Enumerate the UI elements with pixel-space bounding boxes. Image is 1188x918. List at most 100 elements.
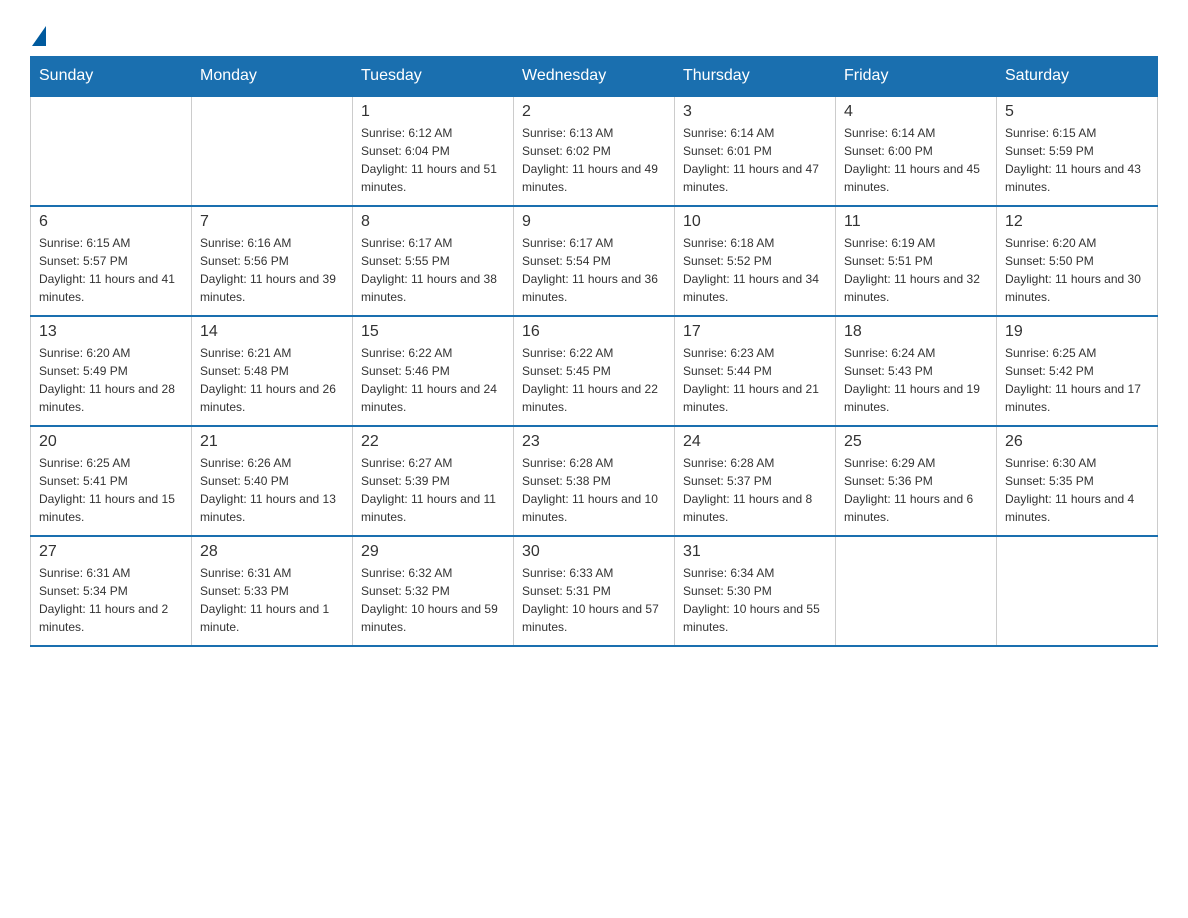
day-number: 12 bbox=[1005, 213, 1149, 231]
day-info: Sunrise: 6:22 AM Sunset: 5:45 PM Dayligh… bbox=[522, 344, 666, 416]
calendar-cell: 6 Sunrise: 6:15 AM Sunset: 5:57 PM Daylig… bbox=[31, 206, 192, 316]
day-info: Sunrise: 6:25 AM Sunset: 5:42 PM Dayligh… bbox=[1005, 344, 1149, 416]
calendar-cell: 3 Sunrise: 6:14 AM Sunset: 6:01 PM Daylig… bbox=[675, 96, 836, 206]
day-info: Sunrise: 6:22 AM Sunset: 5:46 PM Dayligh… bbox=[361, 344, 505, 416]
week-row-4: 27 Sunrise: 6:31 AM Sunset: 5:34 PM Dayli… bbox=[31, 536, 1158, 646]
calendar-cell: 20 Sunrise: 6:25 AM Sunset: 5:41 PM Dayli… bbox=[31, 426, 192, 536]
day-number: 15 bbox=[361, 323, 505, 341]
header-day-monday: Monday bbox=[192, 57, 353, 97]
day-number: 30 bbox=[522, 543, 666, 561]
calendar-cell: 25 Sunrise: 6:29 AM Sunset: 5:36 PM Dayli… bbox=[836, 426, 997, 536]
calendar-cell: 17 Sunrise: 6:23 AM Sunset: 5:44 PM Dayli… bbox=[675, 316, 836, 426]
day-number: 5 bbox=[1005, 103, 1149, 121]
calendar-cell: 18Sunrise: 6:24 AM Sunset: 5:43 PM Dayli… bbox=[836, 316, 997, 426]
calendar-cell: 30Sunrise: 6:33 AM Sunset: 5:31 PM Dayli… bbox=[514, 536, 675, 646]
calendar-cell: 9Sunrise: 6:17 AM Sunset: 5:54 PM Daylig… bbox=[514, 206, 675, 316]
calendar-cell: 21 Sunrise: 6:26 AM Sunset: 5:40 PM Dayli… bbox=[192, 426, 353, 536]
day-number: 20 bbox=[39, 433, 183, 451]
day-number: 18 bbox=[844, 323, 988, 341]
day-number: 3 bbox=[683, 103, 827, 121]
calendar-cell bbox=[836, 536, 997, 646]
day-info: Sunrise: 6:12 AM Sunset: 6:04 PM Dayligh… bbox=[361, 124, 505, 196]
day-number: 17 bbox=[683, 323, 827, 341]
calendar-cell: 26 Sunrise: 6:30 AM Sunset: 5:35 PM Dayli… bbox=[997, 426, 1158, 536]
day-number: 13 bbox=[39, 323, 183, 341]
calendar-cell: 13Sunrise: 6:20 AM Sunset: 5:49 PM Dayli… bbox=[31, 316, 192, 426]
day-info: Sunrise: 6:13 AM Sunset: 6:02 PM Dayligh… bbox=[522, 124, 666, 196]
day-number: 26 bbox=[1005, 433, 1149, 451]
calendar-cell: 14Sunrise: 6:21 AM Sunset: 5:48 PM Dayli… bbox=[192, 316, 353, 426]
header-day-tuesday: Tuesday bbox=[353, 57, 514, 97]
day-number: 2 bbox=[522, 103, 666, 121]
day-number: 4 bbox=[844, 103, 988, 121]
calendar-cell: 19 Sunrise: 6:25 AM Sunset: 5:42 PM Dayli… bbox=[997, 316, 1158, 426]
calendar-cell: 4 Sunrise: 6:14 AM Sunset: 6:00 PM Daylig… bbox=[836, 96, 997, 206]
day-info: Sunrise: 6:32 AM Sunset: 5:32 PM Dayligh… bbox=[361, 564, 505, 636]
calendar-cell bbox=[997, 536, 1158, 646]
day-number: 25 bbox=[844, 433, 988, 451]
day-number: 22 bbox=[361, 433, 505, 451]
week-row-1: 6 Sunrise: 6:15 AM Sunset: 5:57 PM Daylig… bbox=[31, 206, 1158, 316]
day-info: Sunrise: 6:17 AM Sunset: 5:55 PM Dayligh… bbox=[361, 234, 505, 306]
day-info: Sunrise: 6:28 AM Sunset: 5:38 PM Dayligh… bbox=[522, 454, 666, 526]
week-row-2: 13Sunrise: 6:20 AM Sunset: 5:49 PM Dayli… bbox=[31, 316, 1158, 426]
day-info: Sunrise: 6:19 AM Sunset: 5:51 PM Dayligh… bbox=[844, 234, 988, 306]
day-number: 1 bbox=[361, 103, 505, 121]
week-row-0: 1 Sunrise: 6:12 AM Sunset: 6:04 PM Daylig… bbox=[31, 96, 1158, 206]
calendar-cell: 29 Sunrise: 6:32 AM Sunset: 5:32 PM Dayli… bbox=[353, 536, 514, 646]
calendar-cell: 27 Sunrise: 6:31 AM Sunset: 5:34 PM Dayli… bbox=[31, 536, 192, 646]
logo-triangle-icon bbox=[32, 26, 46, 46]
page-header bbox=[30, 20, 1158, 46]
calendar-cell: 16Sunrise: 6:22 AM Sunset: 5:45 PM Dayli… bbox=[514, 316, 675, 426]
calendar-cell: 2 Sunrise: 6:13 AM Sunset: 6:02 PM Daylig… bbox=[514, 96, 675, 206]
calendar-cell: 11 Sunrise: 6:19 AM Sunset: 5:51 PM Dayli… bbox=[836, 206, 997, 316]
header-day-friday: Friday bbox=[836, 57, 997, 97]
day-info: Sunrise: 6:15 AM Sunset: 5:57 PM Dayligh… bbox=[39, 234, 183, 306]
day-info: Sunrise: 6:25 AM Sunset: 5:41 PM Dayligh… bbox=[39, 454, 183, 526]
header-day-wednesday: Wednesday bbox=[514, 57, 675, 97]
day-info: Sunrise: 6:23 AM Sunset: 5:44 PM Dayligh… bbox=[683, 344, 827, 416]
day-number: 31 bbox=[683, 543, 827, 561]
calendar-cell: 1 Sunrise: 6:12 AM Sunset: 6:04 PM Daylig… bbox=[353, 96, 514, 206]
day-number: 24 bbox=[683, 433, 827, 451]
day-info: Sunrise: 6:31 AM Sunset: 5:33 PM Dayligh… bbox=[200, 564, 344, 636]
calendar-cell: 22 Sunrise: 6:27 AM Sunset: 5:39 PM Dayli… bbox=[353, 426, 514, 536]
calendar-cell: 8 Sunrise: 6:17 AM Sunset: 5:55 PM Daylig… bbox=[353, 206, 514, 316]
calendar-cell: 12 Sunrise: 6:20 AM Sunset: 5:50 PM Dayli… bbox=[997, 206, 1158, 316]
day-number: 8 bbox=[361, 213, 505, 231]
calendar-cell bbox=[31, 96, 192, 206]
day-number: 29 bbox=[361, 543, 505, 561]
calendar-cell: 5Sunrise: 6:15 AM Sunset: 5:59 PM Daylig… bbox=[997, 96, 1158, 206]
day-number: 7 bbox=[200, 213, 344, 231]
day-number: 27 bbox=[39, 543, 183, 561]
day-info: Sunrise: 6:31 AM Sunset: 5:34 PM Dayligh… bbox=[39, 564, 183, 636]
calendar-cell: 10Sunrise: 6:18 AM Sunset: 5:52 PM Dayli… bbox=[675, 206, 836, 316]
header-day-thursday: Thursday bbox=[675, 57, 836, 97]
calendar-cell: 15 Sunrise: 6:22 AM Sunset: 5:46 PM Dayli… bbox=[353, 316, 514, 426]
day-info: Sunrise: 6:29 AM Sunset: 5:36 PM Dayligh… bbox=[844, 454, 988, 526]
week-row-3: 20 Sunrise: 6:25 AM Sunset: 5:41 PM Dayli… bbox=[31, 426, 1158, 536]
day-number: 6 bbox=[39, 213, 183, 231]
day-number: 19 bbox=[1005, 323, 1149, 341]
day-info: Sunrise: 6:34 AM Sunset: 5:30 PM Dayligh… bbox=[683, 564, 827, 636]
day-info: Sunrise: 6:14 AM Sunset: 6:00 PM Dayligh… bbox=[844, 124, 988, 196]
day-info: Sunrise: 6:14 AM Sunset: 6:01 PM Dayligh… bbox=[683, 124, 827, 196]
calendar-cell: 31 Sunrise: 6:34 AM Sunset: 5:30 PM Dayli… bbox=[675, 536, 836, 646]
calendar-cell: 23 Sunrise: 6:28 AM Sunset: 5:38 PM Dayli… bbox=[514, 426, 675, 536]
calendar-cell: 28Sunrise: 6:31 AM Sunset: 5:33 PM Dayli… bbox=[192, 536, 353, 646]
day-info: Sunrise: 6:26 AM Sunset: 5:40 PM Dayligh… bbox=[200, 454, 344, 526]
day-number: 21 bbox=[200, 433, 344, 451]
day-info: Sunrise: 6:30 AM Sunset: 5:35 PM Dayligh… bbox=[1005, 454, 1149, 526]
day-info: Sunrise: 6:20 AM Sunset: 5:50 PM Dayligh… bbox=[1005, 234, 1149, 306]
logo bbox=[30, 20, 46, 46]
day-info: Sunrise: 6:16 AM Sunset: 5:56 PM Dayligh… bbox=[200, 234, 344, 306]
calendar-cell: 24 Sunrise: 6:28 AM Sunset: 5:37 PM Dayli… bbox=[675, 426, 836, 536]
day-number: 11 bbox=[844, 213, 988, 231]
calendar-table: SundayMondayTuesdayWednesdayThursdayFrid… bbox=[30, 56, 1158, 647]
day-number: 23 bbox=[522, 433, 666, 451]
header-row: SundayMondayTuesdayWednesdayThursdayFrid… bbox=[31, 57, 1158, 97]
header-day-sunday: Sunday bbox=[31, 57, 192, 97]
day-info: Sunrise: 6:27 AM Sunset: 5:39 PM Dayligh… bbox=[361, 454, 505, 526]
day-info: Sunrise: 6:28 AM Sunset: 5:37 PM Dayligh… bbox=[683, 454, 827, 526]
day-info: Sunrise: 6:21 AM Sunset: 5:48 PM Dayligh… bbox=[200, 344, 344, 416]
